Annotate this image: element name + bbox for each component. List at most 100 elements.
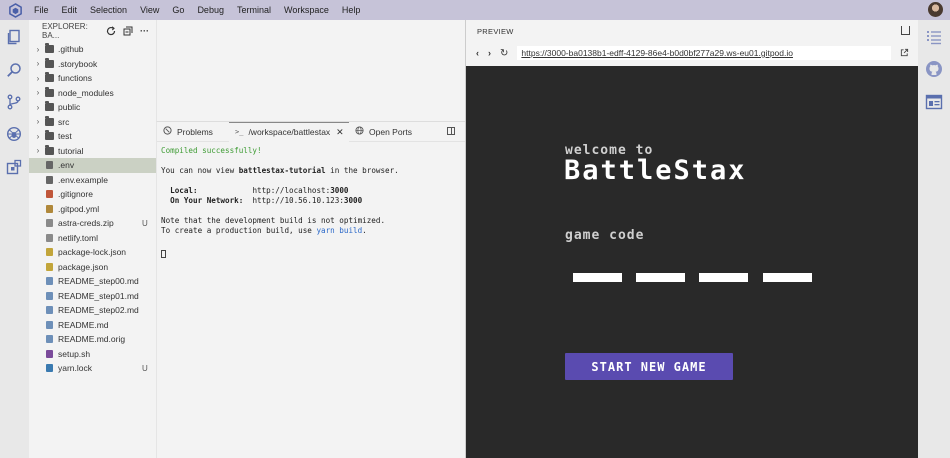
folder-icon: [45, 43, 54, 54]
explorer-panel: EXPLORER: BA... ··· › .github › .storybook ›…: [29, 20, 156, 458]
term-local-port: 3000: [330, 186, 349, 195]
game-code-box-2[interactable]: [636, 273, 685, 282]
toml-file-icon: [46, 233, 53, 242]
back-icon[interactable]: ‹: [476, 48, 479, 58]
extensions-icon[interactable]: [6, 159, 22, 175]
tab-problems[interactable]: Problems: [157, 122, 229, 142]
tree-item-label: astra-creds.zip: [58, 218, 114, 229]
tree-folder[interactable]: › public: [29, 100, 156, 115]
tree-file[interactable]: .gitpod.yml: [29, 202, 156, 217]
menu-help[interactable]: Help: [342, 5, 361, 15]
folder-icon: [45, 57, 54, 68]
game-title: BattleStax: [564, 155, 747, 186]
tree-item-label: package.json: [58, 261, 109, 272]
tree-file[interactable]: package-lock.json: [29, 245, 156, 260]
refresh-icon[interactable]: [105, 26, 116, 37]
menu-terminal[interactable]: Terminal: [237, 5, 271, 15]
search-icon[interactable]: [6, 62, 22, 78]
tree-item-label: .gitignore: [58, 189, 93, 200]
menu-edit[interactable]: Edit: [62, 5, 78, 15]
user-avatar[interactable]: [928, 2, 943, 17]
start-new-game-button[interactable]: START NEW GAME: [565, 353, 733, 380]
menu-go[interactable]: Go: [172, 5, 184, 15]
chevron-right-icon: ›: [36, 146, 40, 156]
term-local-url: http://localhost:: [252, 186, 331, 195]
sh-file-icon: [46, 349, 53, 358]
term-local-label: Local:: [161, 186, 198, 195]
game-code-box-4[interactable]: [763, 273, 812, 282]
tree-file[interactable]: README_step02.md: [29, 303, 156, 318]
panel-tabs: Problems >_ /workspace/battlestax ✕ Open…: [157, 121, 465, 142]
tree-file[interactable]: yarn.lock U: [29, 361, 156, 376]
open-external-icon[interactable]: [900, 48, 909, 59]
tree-item-label: setup.sh: [58, 348, 91, 359]
gitpod-logo-icon[interactable]: [6, 1, 24, 19]
tree-file[interactable]: setup.sh: [29, 347, 156, 362]
menu-view[interactable]: View: [140, 5, 159, 15]
game-code-box-1[interactable]: [573, 273, 622, 282]
tree-file[interactable]: .gitignore: [29, 187, 156, 202]
md-file-icon: [46, 335, 53, 344]
tree-item-label: .github: [58, 44, 84, 55]
folder-icon: [45, 101, 54, 112]
outline-icon[interactable]: [925, 28, 943, 46]
game-canvas: welcome to BattleStax game code START NE…: [466, 66, 919, 458]
tree-folder[interactable]: › test: [29, 129, 156, 144]
tree-file[interactable]: README.md: [29, 318, 156, 333]
tree-file[interactable]: README_step01.md: [29, 289, 156, 304]
tab-open-ports[interactable]: Open Ports: [349, 122, 418, 142]
term-note1: Note that the development build is not o…: [161, 216, 386, 225]
game-code-box-3[interactable]: [699, 273, 748, 282]
folder-icon: [45, 130, 54, 141]
term-network-port: 3000: [343, 196, 363, 205]
tree-file[interactable]: netlify.toml: [29, 231, 156, 246]
terminal-output[interactable]: Compiled successfully! You can now view …: [157, 142, 465, 258]
tree-file[interactable]: astra-creds.zip U: [29, 216, 156, 231]
github-icon[interactable]: [925, 60, 943, 78]
more-actions-icon[interactable]: ···: [139, 26, 150, 37]
tree-folder[interactable]: › .storybook: [29, 57, 156, 72]
source-control-icon[interactable]: [6, 94, 22, 110]
file-tree: › .github › .storybook › functions › node_modul…: [29, 42, 156, 376]
terminal-icon: >_: [235, 128, 244, 136]
preview-url-input[interactable]: https://3000-ba0138b1-edff-4129-86e4-b0d…: [517, 46, 892, 60]
folder-icon: [45, 86, 54, 97]
chevron-right-icon: ›: [36, 131, 40, 141]
preview-icon[interactable]: [925, 93, 943, 111]
tree-item-label: README_step01.md: [58, 290, 139, 301]
tree-folder[interactable]: › node_modules: [29, 86, 156, 101]
tree-folder[interactable]: › .github: [29, 42, 156, 57]
folder-icon: [45, 115, 54, 126]
close-icon[interactable]: ✕: [336, 127, 344, 138]
maximize-panel-icon[interactable]: [447, 127, 455, 135]
menu-workspace[interactable]: Workspace: [284, 5, 329, 15]
tree-file[interactable]: README_step00.md: [29, 274, 156, 289]
open-to-side-icon[interactable]: [901, 26, 910, 35]
tree-file[interactable]: .env: [29, 158, 156, 173]
reload-icon[interactable]: ↻: [500, 48, 508, 59]
tree-item-label: netlify.toml: [58, 232, 98, 243]
problems-icon: [163, 126, 172, 137]
tree-file[interactable]: package.json: [29, 260, 156, 275]
tab-terminal-label: /workspace/battlestax: [248, 127, 331, 137]
tree-folder[interactable]: › functions: [29, 71, 156, 86]
collapse-all-icon[interactable]: [122, 26, 133, 37]
debug-icon[interactable]: [6, 126, 22, 142]
files-icon[interactable]: [6, 29, 22, 45]
menu-file[interactable]: File: [34, 5, 49, 15]
menu-debug[interactable]: Debug: [197, 5, 224, 15]
yml-file-icon: [46, 204, 53, 213]
tree-folder[interactable]: › src: [29, 115, 156, 130]
tab-terminal[interactable]: >_ /workspace/battlestax ✕: [229, 121, 349, 142]
menu-selection[interactable]: Selection: [90, 5, 127, 15]
tree-file[interactable]: README.md.orig: [29, 332, 156, 347]
tree-file[interactable]: .env.example: [29, 173, 156, 188]
yarn-file-icon: [46, 364, 53, 373]
tab-open-ports-label: Open Ports: [369, 126, 412, 137]
tree-folder[interactable]: › tutorial: [29, 144, 156, 159]
preview-panel: PREVIEW ‹ › ↻ https://3000-ba0138b1-edff…: [465, 20, 919, 458]
explorer-title: EXPLORER: BA...: [42, 22, 88, 40]
tree-item-label: src: [58, 116, 70, 127]
tree-item-label: yarn.lock: [58, 363, 93, 374]
forward-icon[interactable]: ›: [488, 48, 491, 58]
